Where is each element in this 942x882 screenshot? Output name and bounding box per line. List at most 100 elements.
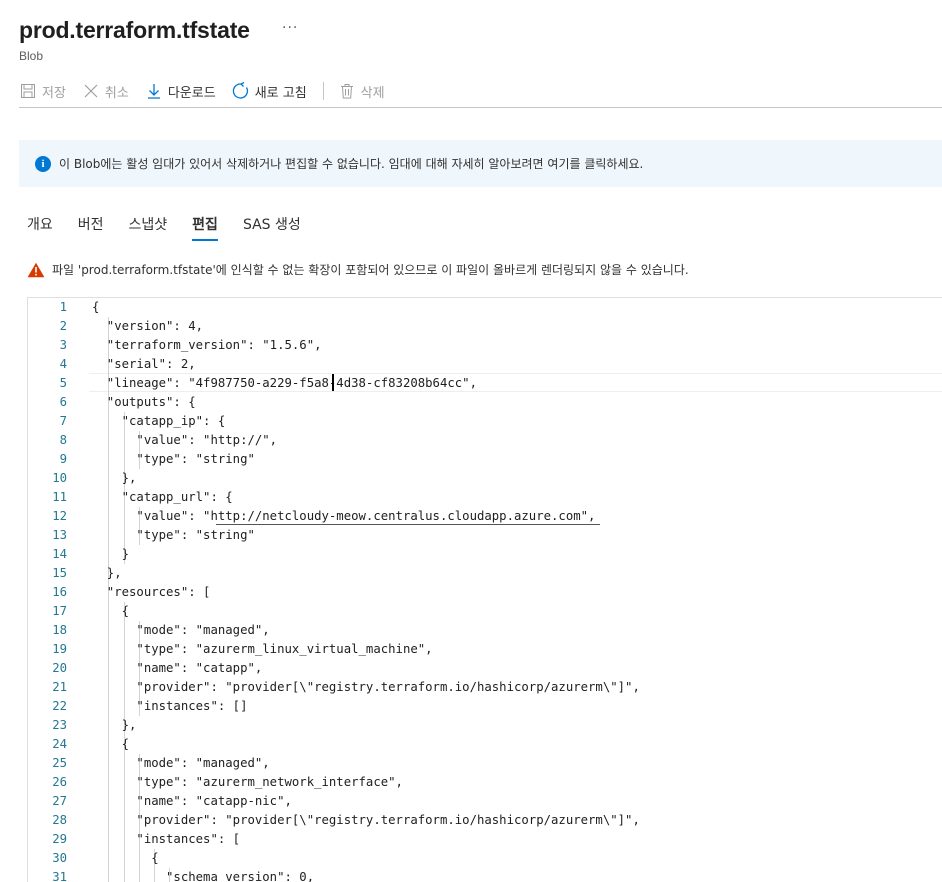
code-line[interactable]: 25 "mode": "managed",	[28, 754, 942, 773]
code-text[interactable]: "value": "http://netcloudy-meow.centralu…	[92, 507, 595, 526]
code-line[interactable]: 14 }	[28, 545, 942, 564]
code-line[interactable]: 30 {	[28, 849, 942, 868]
refresh-label: 새로 고침	[254, 85, 307, 101]
code-text[interactable]: "resources": [	[92, 583, 211, 602]
code-line[interactable]: 7 "catapp_ip": {	[28, 412, 942, 431]
code-line[interactable]: 13 "type": "string"	[28, 526, 942, 545]
code-line[interactable]: 12 "value": "http://netcloudy-meow.centr…	[28, 507, 942, 526]
line-number: 29	[52, 832, 67, 846]
code-text[interactable]: "name": "catapp",	[92, 659, 262, 678]
code-text[interactable]: },	[92, 469, 137, 488]
line-number: 13	[52, 528, 67, 542]
download-label: 다운로드	[167, 85, 216, 101]
code-line[interactable]: 29 "instances": [	[28, 830, 942, 849]
code-text[interactable]: "provider": "provider[\"registry.terrafo…	[92, 678, 639, 697]
code-line[interactable]: 28 "provider": "provider[\"registry.terr…	[28, 811, 942, 830]
code-line[interactable]: 4 "serial": 2,	[28, 355, 942, 374]
line-number: 23	[52, 718, 67, 732]
info-icon: i	[35, 155, 51, 172]
code-text[interactable]: "mode": "managed",	[92, 754, 269, 773]
tab-bar: 개요 버전 스냅샷 편집 SAS 생성	[27, 214, 326, 241]
code-text[interactable]: "catapp_ip": {	[92, 412, 226, 431]
code-line[interactable]: 11 "catapp_url": {	[28, 488, 942, 507]
more-options-button[interactable]: ···	[282, 20, 298, 36]
code-line[interactable]: 16 "resources": [	[28, 583, 942, 602]
code-text[interactable]: "outputs": {	[92, 393, 196, 412]
code-text[interactable]: "instances": [	[92, 830, 240, 849]
line-number: 25	[52, 756, 67, 770]
code-text[interactable]: }	[92, 545, 129, 564]
code-line[interactable]: 6 "outputs": {	[28, 393, 942, 412]
code-line[interactable]: 20 "name": "catapp",	[28, 659, 942, 678]
code-text[interactable]: "provider": "provider[\"registry.terrafo…	[92, 811, 639, 830]
code-line[interactable]: 5 "lineage": "4f987750-a229-f5a8-4d38-cf…	[28, 374, 942, 393]
cancel-label: 취소	[104, 85, 129, 101]
line-number: 12	[52, 509, 67, 523]
code-text[interactable]: {	[92, 602, 129, 621]
line-number: 8	[59, 433, 67, 447]
tab-snapshots[interactable]: 스냅샷	[129, 214, 168, 240]
code-text[interactable]: },	[92, 716, 137, 735]
code-line[interactable]: 10 },	[28, 469, 942, 488]
code-line[interactable]: 19 "type": "azurerm_linux_virtual_machin…	[28, 640, 942, 659]
code-text[interactable]: "schema_version": 0,	[92, 868, 314, 882]
code-line[interactable]: 21 "provider": "provider[\"registry.terr…	[28, 678, 942, 697]
code-text[interactable]: "mode": "managed",	[92, 621, 269, 640]
code-line[interactable]: 26 "type": "azurerm_network_interface",	[28, 773, 942, 792]
code-line[interactable]: 22 "instances": []	[28, 697, 942, 716]
tab-overview[interactable]: 개요	[27, 214, 53, 240]
code-text[interactable]: "lineage": "4f987750-a229-f5a8-4d38-cf83…	[92, 374, 477, 393]
delete-button[interactable]: 삭제	[338, 79, 385, 103]
code-text[interactable]: "catapp_url": {	[92, 488, 233, 507]
code-text[interactable]: "instances": []	[92, 697, 247, 716]
code-line[interactable]: 3 "terraform_version": "1.5.6",	[28, 336, 942, 355]
line-number: 24	[52, 737, 67, 751]
code-text[interactable]: "type": "string"	[92, 526, 254, 545]
code-text[interactable]: {	[92, 849, 158, 868]
code-text[interactable]: "type": "string"	[92, 450, 254, 469]
line-number: 14	[52, 547, 67, 561]
cancel-button[interactable]: 취소	[82, 79, 129, 103]
code-text[interactable]: {	[92, 735, 129, 754]
toolbar-divider	[322, 82, 324, 100]
line-number: 26	[52, 775, 67, 789]
tab-generate-sas[interactable]: SAS 생성	[243, 214, 301, 240]
line-number: 20	[52, 661, 67, 675]
code-line[interactable]: 2 "version": 4,	[28, 317, 942, 336]
code-text[interactable]: "type": "azurerm_linux_virtual_machine",	[92, 640, 432, 659]
line-number: 11	[52, 490, 67, 504]
tab-edit[interactable]: 편집	[192, 214, 218, 241]
code-text[interactable]: "value": "http://",	[92, 431, 277, 450]
save-label: 저장	[42, 85, 66, 101]
tab-versions[interactable]: 버전	[78, 214, 104, 240]
code-line[interactable]: 17 {	[28, 602, 942, 621]
code-line[interactable]: 18 "mode": "managed",	[28, 621, 942, 640]
code-text[interactable]: "serial": 2,	[92, 355, 196, 374]
code-text[interactable]: "terraform_version": "1.5.6",	[92, 336, 322, 355]
download-button[interactable]: 다운로드	[145, 79, 216, 103]
line-number: 9	[59, 452, 67, 466]
save-button[interactable]: 저장	[19, 79, 66, 103]
code-text[interactable]: "type": "azurerm_network_interface",	[92, 773, 403, 792]
code-line[interactable]: 1{	[28, 298, 942, 317]
code-line[interactable]: 31 "schema_version": 0,	[28, 868, 942, 882]
code-line[interactable]: 8 "value": "http://",	[28, 431, 942, 450]
refresh-button[interactable]: 새로 고침	[232, 79, 307, 103]
lease-info-message[interactable]: 이 Blob에는 활성 임대가 있어서 삭제하거나 편집할 수 없습니다. 임대…	[59, 155, 643, 172]
code-editor[interactable]: 1{2 "version": 4, 3 "terraform_version": …	[27, 297, 942, 882]
code-text[interactable]: },	[92, 564, 122, 583]
lease-info-banner[interactable]: i 이 Blob에는 활성 임대가 있어서 삭제하거나 편집할 수 없습니다. …	[19, 140, 942, 187]
line-number: 4	[59, 357, 67, 371]
close-icon	[82, 82, 100, 100]
code-text[interactable]: "name": "catapp-nic",	[92, 792, 291, 811]
code-text[interactable]: {	[92, 298, 99, 317]
code-text[interactable]: "version": 4,	[92, 317, 203, 336]
code-line[interactable]: 27 "name": "catapp-nic",	[28, 792, 942, 811]
code-line[interactable]: 15 },	[28, 564, 942, 583]
page-subtitle: Blob	[19, 49, 44, 63]
code-line[interactable]: 24 {	[28, 735, 942, 754]
code-line[interactable]: 23 },	[28, 716, 942, 735]
code-line[interactable]: 9 "type": "string"	[28, 450, 942, 469]
trash-icon	[338, 82, 356, 100]
warning-icon	[27, 262, 45, 277]
